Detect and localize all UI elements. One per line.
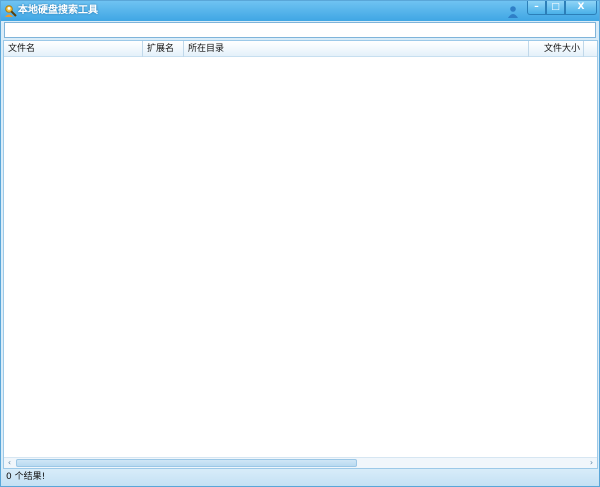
column-header-filesize[interactable]: 文件大小 [529,41,584,57]
search-user-icon [5,5,17,17]
column-header-filename[interactable]: 文件名 [4,41,143,57]
list-header: 文件名 扩展名 所在目录 文件大小 [4,41,597,57]
results-list[interactable]: 文件名 扩展名 所在目录 文件大小 ‹ › [3,40,598,469]
search-input[interactable] [4,22,596,38]
horizontal-scrollbar[interactable]: ‹ › [4,457,597,468]
column-header-extension[interactable]: 扩展名 [143,41,184,57]
scrollbar-thumb[interactable] [16,459,357,467]
result-count: 0 个结果! [6,472,46,482]
close-button[interactable]: X [565,1,597,15]
app-window: 本地硬盘搜索工具 – □ X 文件名 扩展名 所在目录 文件大小 ‹ › 0 个… [0,0,600,487]
scroll-right-icon[interactable]: › [586,458,597,468]
window-title: 本地硬盘搜索工具 [18,5,98,16]
column-header-directory[interactable]: 所在目录 [184,41,529,57]
column-header-spacer [584,41,597,57]
scroll-left-icon[interactable]: ‹ [4,458,15,468]
title-bar[interactable]: 本地硬盘搜索工具 – □ X [1,1,599,21]
user-icon[interactable] [507,5,519,18]
minimize-button[interactable]: – [527,1,546,15]
maximize-button[interactable]: □ [546,1,565,15]
status-bar: 0 个结果! [1,469,599,486]
